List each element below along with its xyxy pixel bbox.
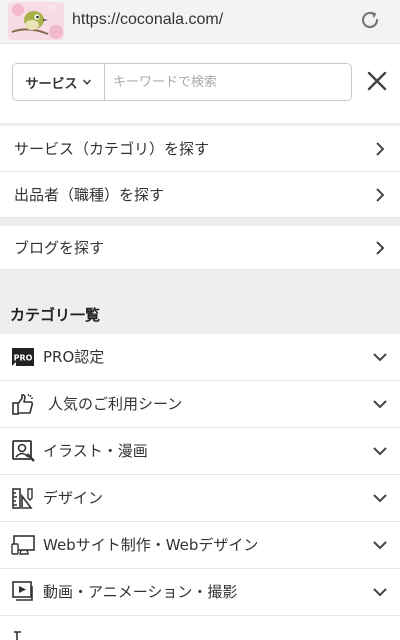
category-list-title: カテゴリ一覧 — [10, 306, 101, 324]
monitor-icon — [11, 535, 35, 555]
illustration-icon — [12, 440, 35, 462]
nav-item-label: 出品者（職種）を探す — [14, 186, 165, 204]
chevron-down-icon — [373, 588, 387, 597]
video-icon — [12, 581, 33, 601]
chevron-down-icon — [373, 353, 387, 362]
url-text[interactable]: https://coconala.com/ — [72, 8, 223, 32]
thumbs-up-icon — [12, 393, 34, 415]
category-item-pro[interactable]: PRO PRO認定 — [0, 334, 400, 381]
category-item-label: デザイン — [43, 489, 104, 507]
category-item-popular-scenes[interactable]: 人気のご利用シーン — [0, 381, 400, 428]
reload-icon[interactable] — [356, 6, 384, 34]
chevron-down-icon — [373, 541, 387, 550]
category-item-label: Webサイト制作・Webデザイン — [43, 536, 259, 554]
category-item-label: 人気のご利用シーン — [48, 395, 183, 413]
nav-item-label: ブログを探す — [14, 239, 105, 257]
chevron-down-icon — [82, 79, 91, 85]
chevron-right-icon — [376, 240, 385, 255]
category-item-video[interactable]: 動画・アニメーション・撮影 — [0, 569, 400, 616]
nav-item-blog[interactable]: ブログを探す — [0, 226, 400, 270]
category-dropdown-label: サービス — [25, 76, 78, 92]
category-item-next[interactable] — [0, 616, 400, 640]
chevron-right-icon — [376, 187, 385, 202]
search-bar: サービス — [0, 44, 400, 124]
chevron-down-icon — [373, 494, 387, 503]
chevron-down-icon — [373, 447, 387, 456]
close-icon[interactable] — [362, 66, 392, 96]
category-item-web[interactable]: Webサイト制作・Webデザイン — [0, 522, 400, 569]
search-input[interactable] — [113, 68, 343, 96]
category-item-label: 動画・アニメーション・撮影 — [43, 583, 238, 601]
bird-avatar-icon — [8, 2, 64, 40]
nav-item-seller-occupation[interactable]: 出品者（職種）を探す — [0, 172, 400, 218]
section-divider — [0, 270, 400, 290]
svg-text:PRO: PRO — [14, 354, 33, 363]
category-item-design[interactable]: デザイン — [0, 475, 400, 522]
chevron-right-icon — [376, 141, 385, 156]
nav-item-label: サービス（カテゴリ）を探す — [14, 140, 210, 158]
browser-address-bar: https://coconala.com/ — [0, 0, 400, 44]
search-box: サービス — [12, 63, 352, 101]
category-item-label: PRO認定 — [43, 348, 105, 366]
design-ruler-icon — [12, 488, 33, 509]
chevron-down-icon — [373, 400, 387, 409]
category-item-label: イラスト・漫画 — [43, 442, 148, 460]
pro-badge-icon: PRO — [12, 348, 34, 366]
category-list-header: カテゴリ一覧 — [0, 290, 400, 334]
section-divider — [0, 218, 400, 226]
category-dropdown[interactable]: サービス — [13, 64, 105, 100]
category-item-illustration[interactable]: イラスト・漫画 — [0, 428, 400, 475]
partial-icon — [14, 631, 21, 640]
nav-item-service-category[interactable]: サービス（カテゴリ）を探す — [0, 126, 400, 172]
